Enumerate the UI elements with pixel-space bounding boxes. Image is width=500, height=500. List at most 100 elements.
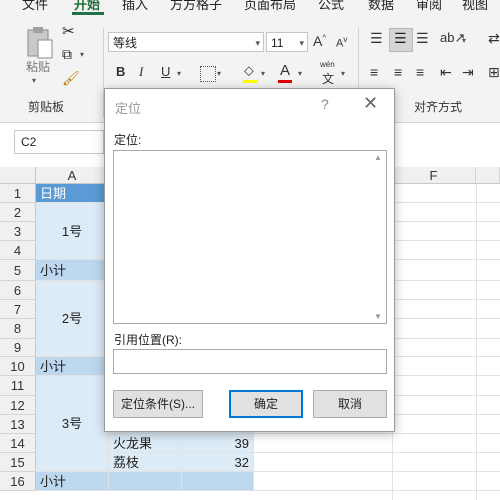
wrap-text-icon[interactable]: ⇄ [488,30,500,47]
paste-button-label[interactable]: 粘贴 [26,58,50,75]
row-header[interactable]: 8 [0,319,36,339]
special-button[interactable]: 定位条件(S)... [113,390,203,418]
column-header-f[interactable]: F [392,167,476,184]
clipboard-group-label: 剪贴板 [28,100,65,114]
goto-listbox[interactable]: ▲ ▼ [113,150,387,324]
cell-a16[interactable]: 小计 [36,472,109,491]
row-header[interactable]: 6 [0,281,36,300]
row-header[interactable]: 16 [0,472,36,491]
cancel-button[interactable]: 取消 [313,390,387,418]
cell-b15[interactable]: 荔枝 [109,453,182,472]
tab-page-layout[interactable]: 页面布局 [244,0,296,13]
help-icon[interactable]: ? [321,96,329,112]
cell-c16[interactable] [182,472,254,491]
font-family-value: 等线 [113,36,138,50]
paste-icon[interactable] [24,26,56,62]
chevron-down-icon: ▾ [299,38,304,48]
row-header[interactable]: 13 [0,415,36,434]
active-tab-indicator [72,12,104,15]
phonetic-dropdown-icon[interactable]: ▾ [341,69,345,78]
cell-a-merged-1[interactable]: 1号 [36,203,109,260]
reference-input[interactable] [113,349,387,374]
row-header[interactable]: 9 [0,339,36,357]
row-header[interactable]: 10 [0,357,36,376]
tab-view[interactable]: 视图 [462,0,488,13]
format-painter-icon[interactable]: 🖌 [62,70,80,87]
row-header[interactable]: 12 [0,396,36,415]
shrink-font-button[interactable]: Av [336,35,347,50]
font-color-swatch [278,80,292,83]
goto-list-label: 定位: [114,133,142,147]
copy-icon[interactable]: ⧉ [62,46,72,63]
tab-data[interactable]: 数据 [368,0,394,13]
gridline [476,184,477,500]
cell-a10[interactable]: 小计 [36,357,109,376]
name-box[interactable]: C2 [14,130,104,154]
copy-dropdown-icon[interactable]: ▾ [80,50,84,59]
cell-b13-partial [110,418,120,432]
tab-review[interactable]: 审阅 [416,0,442,13]
grow-font-button[interactable]: A^ [313,33,326,49]
tab-fangfang[interactable]: 方方格子 [170,0,222,13]
fill-color-dropdown-icon[interactable]: ▾ [261,69,265,78]
underline-button[interactable]: U [161,64,170,79]
cell-b14[interactable]: 火龙果 [109,434,182,453]
paste-dropdown-icon[interactable]: ▾ [32,76,36,85]
tab-formulas[interactable]: 公式 [318,0,344,13]
cell-b16[interactable] [109,472,182,491]
row-header[interactable]: 1 [0,184,36,203]
font-size-select[interactable]: 11 ▾ [266,32,308,52]
chevron-down-icon: ▾ [255,38,260,48]
bold-button[interactable]: B [116,64,125,79]
row-header[interactable]: 3 [0,222,36,241]
align-middle-icon[interactable]: ☰ [389,28,413,52]
font-color-dropdown-icon[interactable]: ▾ [298,69,302,78]
row-header[interactable]: 5 [0,260,36,281]
ok-button[interactable]: 确定 [229,390,303,418]
align-bottom-icon[interactable]: ☰ [416,30,429,47]
orientation-dropdown-icon[interactable]: ▾ [462,36,466,45]
font-family-select[interactable]: 等线 ▾ [108,32,264,52]
cut-icon[interactable]: ✂ [62,22,75,40]
cell-a5[interactable]: 小计 [36,260,109,281]
column-header-a[interactable]: A [36,167,109,184]
cell-a-merged-3[interactable]: 3号 [36,376,109,472]
phonetic-guide-button[interactable]: 文 [322,70,334,87]
underline-dropdown-icon[interactable]: ▾ [177,69,181,78]
cell-c14[interactable]: 39 [182,434,254,453]
name-box-value: C2 [21,135,37,149]
row-header[interactable]: 15 [0,453,36,472]
tab-insert[interactable]: 插入 [122,0,148,13]
italic-button[interactable]: I [139,64,143,80]
align-left-icon[interactable]: ≡ [370,64,378,80]
border-icon[interactable] [200,66,216,82]
column-header-g[interactable] [476,167,500,184]
row-header[interactable]: 14 [0,434,36,453]
close-icon[interactable]: ✕ [363,93,378,114]
fill-color-icon[interactable]: ⬦ [244,62,254,79]
alignment-group-label: 对齐方式 [414,100,463,114]
row-header[interactable]: 4 [0,241,36,260]
increase-indent-icon[interactable]: ⇥ [462,64,474,81]
phonetic-top: wén [320,60,335,69]
scroll-up-icon[interactable]: ▲ [374,153,382,162]
border-dropdown-icon[interactable]: ▾ [217,69,221,78]
tab-file[interactable]: 文件 [22,0,48,13]
align-right-icon[interactable]: ≡ [416,64,424,80]
goto-dialog: 定位 ? ✕ 定位: ▲ ▼ 引用位置(R): 定位条件(S)... 确定 取消 [104,88,395,432]
merge-center-icon[interactable]: ⊞ [488,64,500,81]
font-color-button[interactable]: A [280,62,290,79]
listbox-scrollbar[interactable]: ▲ ▼ [370,151,386,323]
row-header[interactable]: 7 [0,300,36,319]
align-top-icon[interactable]: ☰ [370,30,383,47]
reference-label: 引用位置(R): [114,333,182,347]
scroll-down-icon[interactable]: ▼ [374,312,382,321]
cell-c15[interactable]: 32 [182,453,254,472]
select-all-corner[interactable] [0,167,36,184]
align-center-icon[interactable]: ≡ [394,64,402,80]
row-header[interactable]: 2 [0,203,36,222]
decrease-indent-icon[interactable]: ⇤ [440,64,452,81]
row-header[interactable]: 11 [0,376,36,396]
cell-a1[interactable]: 日期 [36,184,109,203]
cell-a-merged-2[interactable]: 2号 [36,281,109,357]
